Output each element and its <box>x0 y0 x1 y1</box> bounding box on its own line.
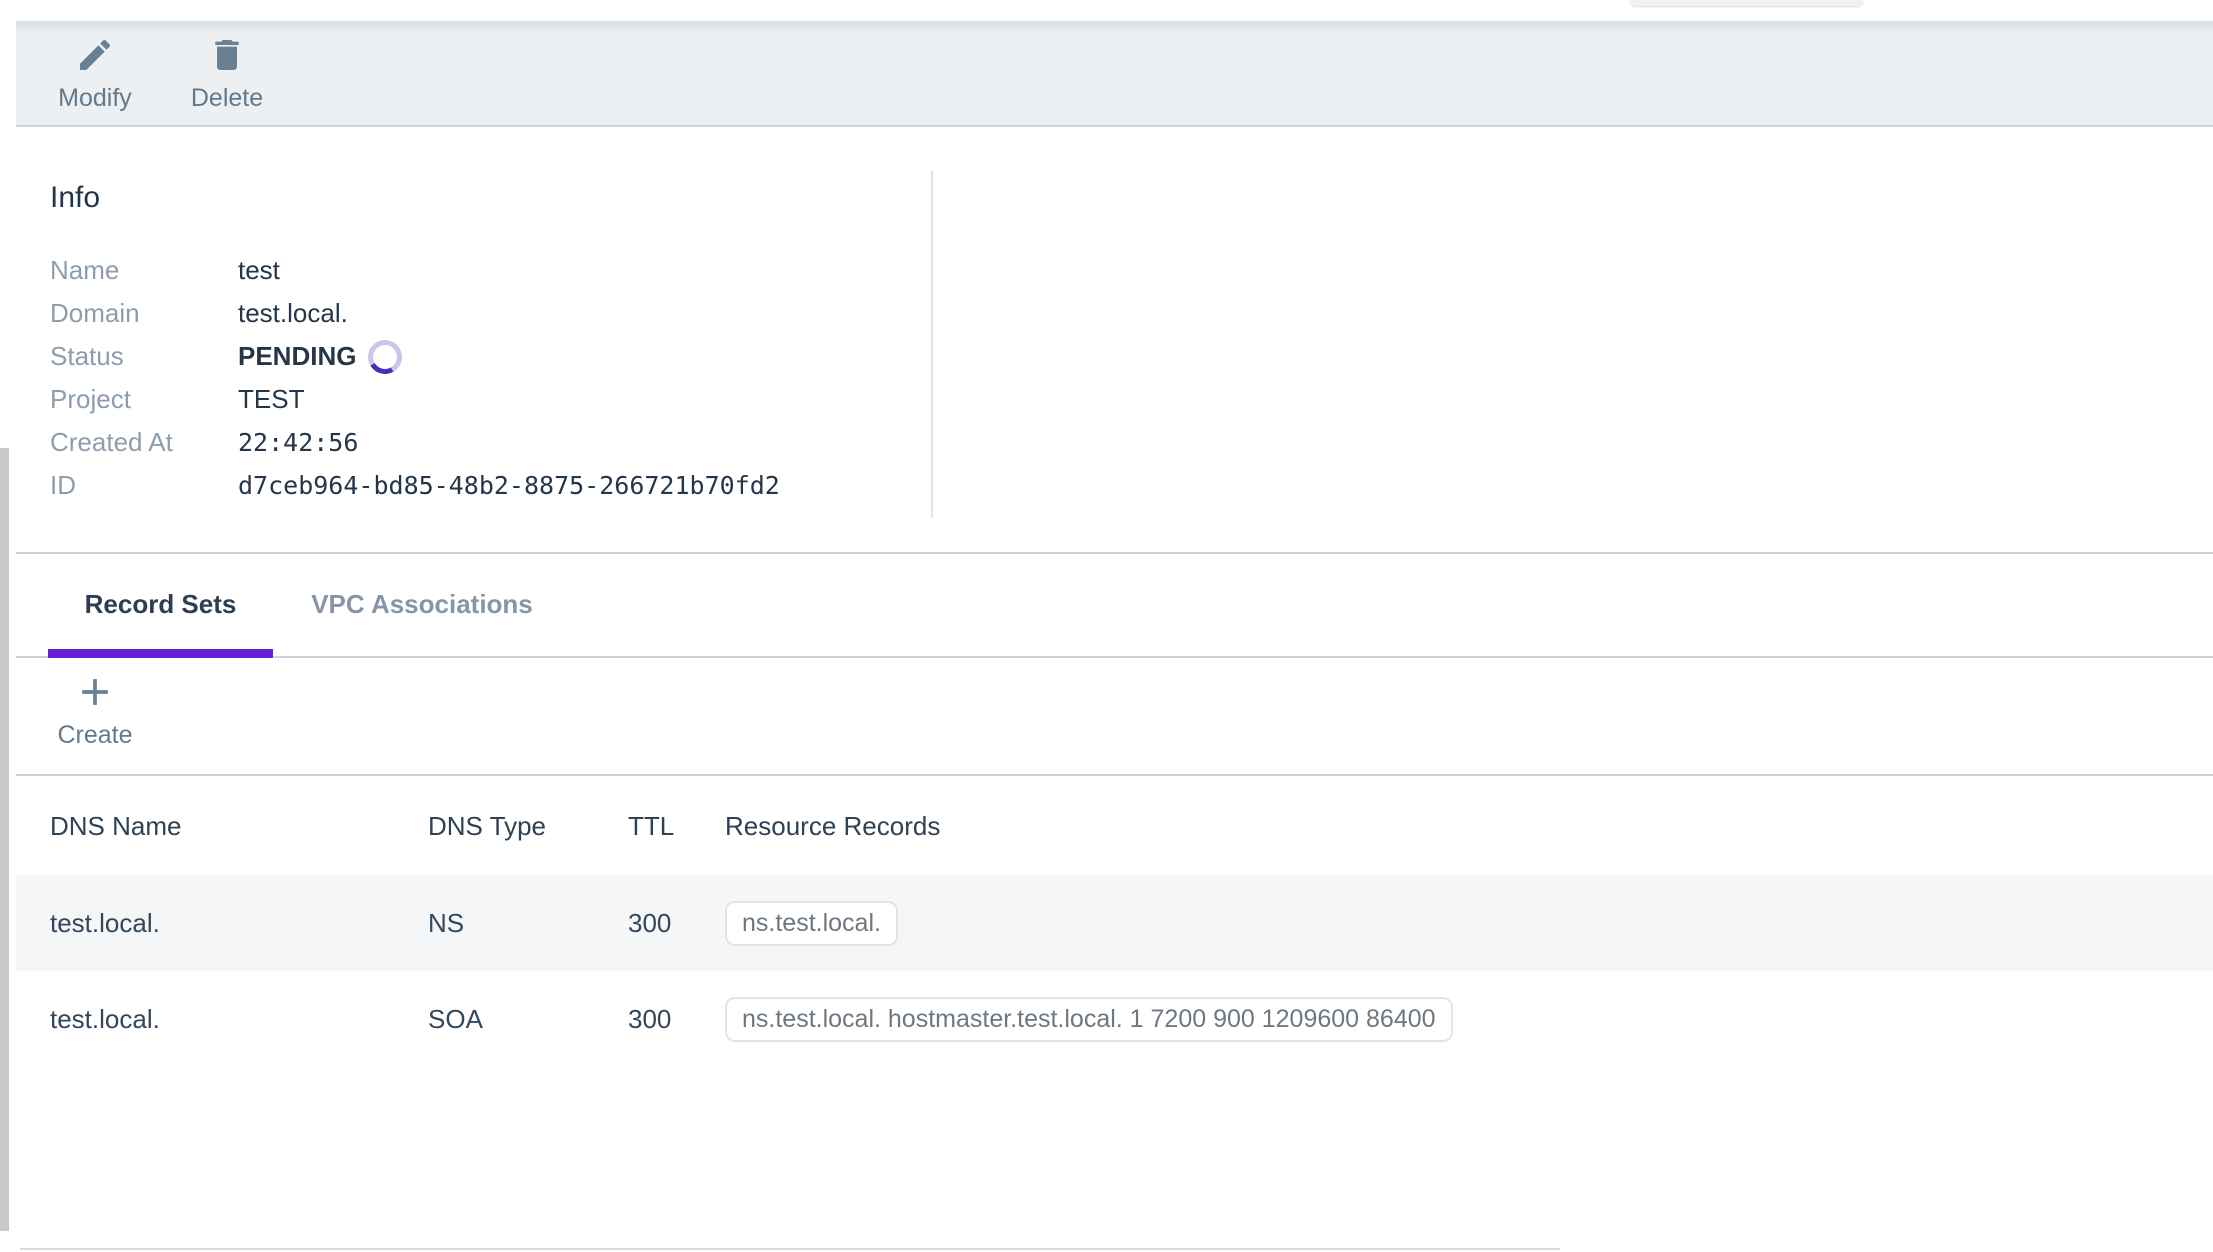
info-row-project: Project TEST <box>50 378 780 421</box>
info-row-name: Name test <box>50 249 780 292</box>
pencil-icon <box>75 35 115 78</box>
cell-resource-records: ns.test.local. <box>725 875 898 971</box>
info-vertical-divider <box>931 171 933 518</box>
header-dns-name: DNS Name <box>50 778 181 875</box>
info-row-created-at: Created At 22:42:56 <box>50 421 780 464</box>
table-row: test.local. NS 300 ns.test.local. <box>16 875 2213 971</box>
cell-ttl: 300 <box>628 875 671 971</box>
info-section-title: Info <box>50 181 100 215</box>
create-button-label: Create <box>57 723 132 748</box>
cell-dns-name: test.local. <box>50 875 160 971</box>
info-row-id: ID d7ceb964-bd85-48b2-8875-266721b70fd2 <box>50 464 780 507</box>
create-record-set-button[interactable]: Create <box>40 670 150 748</box>
header-dns-type: DNS Type <box>428 778 546 875</box>
delete-button-label: Delete <box>191 86 263 111</box>
trash-icon <box>207 35 247 78</box>
id-value: d7ceb964-bd85-48b2-8875-266721b70fd2 <box>238 471 780 500</box>
cell-resource-records: ns.test.local. hostmaster.test.local. 1 … <box>725 971 1453 1067</box>
cell-dns-type: NS <box>428 875 464 971</box>
record-sets-toolbar: Create <box>16 660 2213 776</box>
modify-button-label: Modify <box>58 86 132 111</box>
header-ttl: TTL <box>628 778 674 875</box>
cell-ttl: 300 <box>628 971 671 1067</box>
created-at-value: 22:42:56 <box>238 428 358 457</box>
action-toolbar: Modify Delete <box>16 21 2213 127</box>
created-at-label: Created At <box>50 427 238 458</box>
modify-button[interactable]: Modify <box>40 35 150 111</box>
project-label: Project <box>50 384 238 415</box>
tab-bar: Record Sets VPC Associations <box>16 554 2213 658</box>
status-badge: PENDING <box>238 340 402 374</box>
info-rows: Name test Domain test.local. Status PEND… <box>50 249 780 507</box>
pending-spinner-icon <box>365 336 407 378</box>
bottom-edge-line <box>20 1248 1560 1250</box>
table-row: test.local. SOA 300 ns.test.local. hostm… <box>16 971 2213 1067</box>
cell-dns-name: test.local. <box>50 971 160 1067</box>
info-row-domain: Domain test.local. <box>50 292 780 335</box>
record-sets-table-header: DNS Name DNS Type TTL Resource Records <box>16 778 2213 875</box>
resource-record-chip: ns.test.local. <box>725 901 898 946</box>
tab-record-sets[interactable]: Record Sets <box>48 554 273 656</box>
name-label: Name <box>50 255 238 286</box>
zone-detail-panel: Info Name test Domain test.local. Status… <box>16 129 2213 1252</box>
cell-dns-type: SOA <box>428 971 483 1067</box>
header-resource-records: Resource Records <box>725 778 940 875</box>
name-value: test <box>238 255 280 286</box>
domain-label: Domain <box>50 298 238 329</box>
left-scrollbar-thumb[interactable] <box>0 448 9 1231</box>
project-value: TEST <box>238 384 304 415</box>
browser-artifact <box>1630 0 1863 6</box>
status-label: Status <box>50 341 238 372</box>
plus-icon <box>73 670 117 717</box>
info-row-status: Status PENDING <box>50 335 780 378</box>
delete-button[interactable]: Delete <box>172 35 282 111</box>
id-label: ID <box>50 470 238 501</box>
resource-record-chip: ns.test.local. hostmaster.test.local. 1 … <box>725 997 1453 1042</box>
tab-vpc-associations[interactable]: VPC Associations <box>305 554 539 656</box>
domain-value: test.local. <box>238 298 348 329</box>
status-value: PENDING <box>238 341 356 372</box>
